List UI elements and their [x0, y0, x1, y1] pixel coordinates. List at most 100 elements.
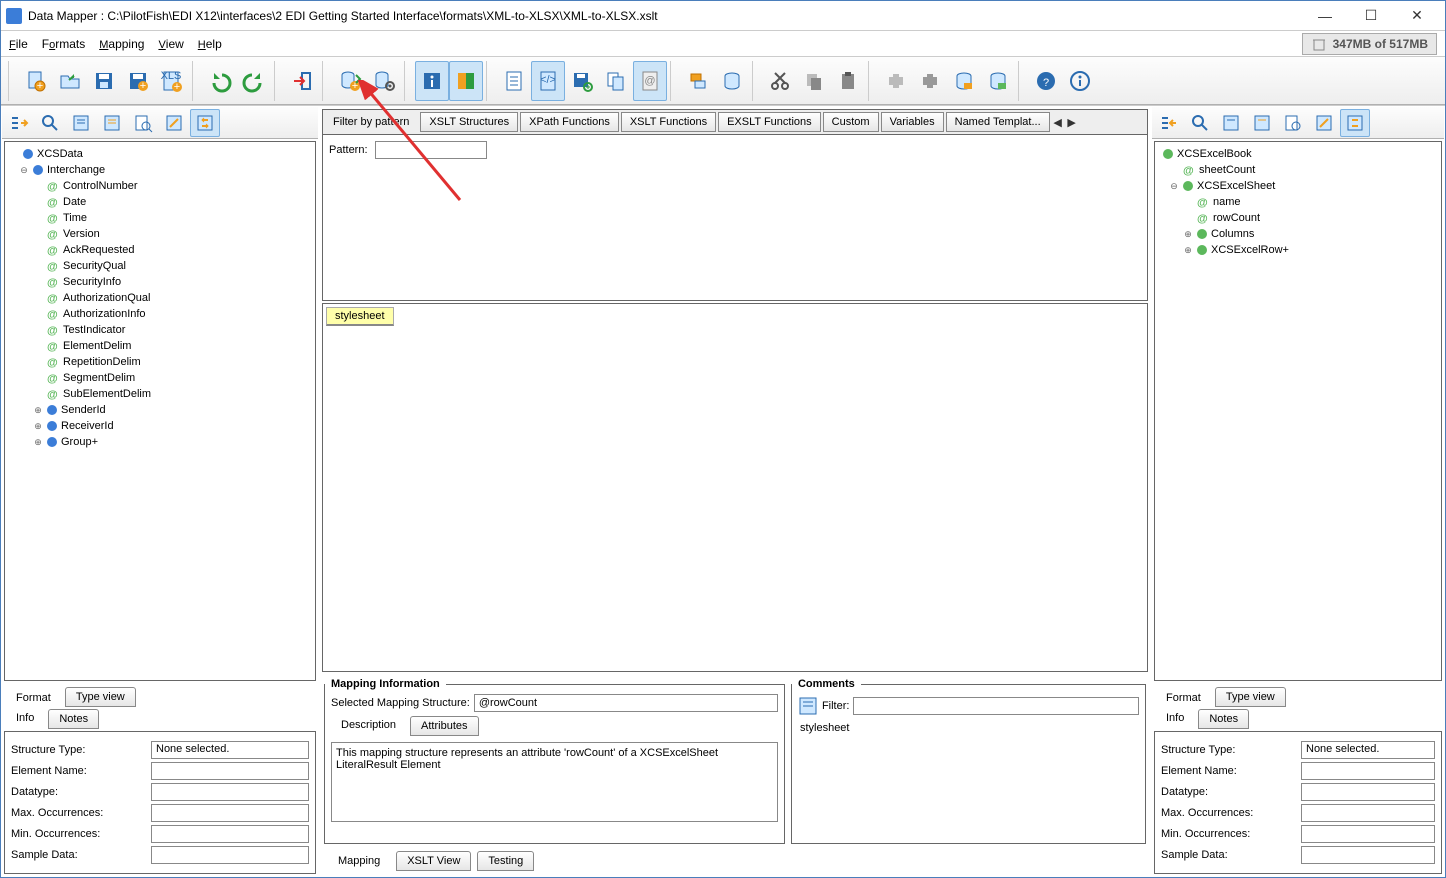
toggle-icon[interactable]: ⊕ [1183, 245, 1193, 256]
tree-item[interactable]: Group+ [61, 436, 98, 448]
tree-root[interactable]: XCSExcelBook [1177, 148, 1252, 160]
tree-item[interactable]: Interchange [47, 164, 105, 176]
src-note2-icon[interactable] [97, 109, 127, 137]
tree-root[interactable]: XCSData [37, 148, 83, 160]
tab-type-view[interactable]: Type view [65, 687, 136, 707]
toggle-icon[interactable]: ⊕ [33, 421, 43, 432]
db-in-icon[interactable]: + [333, 61, 367, 101]
tree-attr[interactable]: TestIndicator [63, 324, 125, 336]
tree-attr[interactable]: Version [63, 228, 100, 240]
tab-xpath-functions[interactable]: XPath Functions [520, 112, 619, 132]
toggle-icon[interactable]: ⊕ [33, 405, 43, 416]
at-doc-icon[interactable]: @ [633, 61, 667, 101]
tree-attr[interactable]: AckRequested [63, 244, 135, 256]
src-note1-icon[interactable] [66, 109, 96, 137]
src-zoom-doc-icon[interactable] [128, 109, 158, 137]
minimize-button[interactable]: — [1302, 2, 1348, 30]
redo-icon[interactable] [237, 61, 271, 101]
cylinder-icon[interactable] [715, 61, 749, 101]
split-toggle-icon[interactable] [449, 61, 483, 101]
menu-view[interactable]: View [158, 37, 183, 51]
tab-named-templates[interactable]: Named Templat... [946, 112, 1050, 132]
src-expand-icon[interactable] [4, 109, 34, 137]
comments-filter-input[interactable] [853, 697, 1139, 715]
info-toggle-icon[interactable] [415, 61, 449, 101]
tab-xslt-view[interactable]: XSLT View [396, 851, 471, 871]
tab-description[interactable]: Description [331, 716, 406, 736]
db-green-icon[interactable] [981, 61, 1015, 101]
tgt-note2-icon[interactable] [1247, 109, 1277, 137]
tab-xslt-structures[interactable]: XSLT Structures [420, 112, 518, 132]
doc1-icon[interactable] [497, 61, 531, 101]
tab-exslt-functions[interactable]: EXSLT Functions [718, 112, 821, 132]
puzzle1-icon[interactable] [879, 61, 913, 101]
tree-attr[interactable]: Date [63, 196, 86, 208]
tab-scroll-right-icon[interactable]: ▶ [1065, 116, 1079, 129]
menu-file[interactable]: File [9, 37, 28, 51]
tree-attr[interactable]: name [1213, 196, 1241, 208]
menu-mapping[interactable]: Mapping [99, 37, 144, 51]
src-edit-icon[interactable] [159, 109, 189, 137]
tree-attr[interactable]: SubElementDelim [63, 388, 151, 400]
tab-notes[interactable]: Notes [1198, 709, 1249, 729]
save-xls-icon[interactable]: XLS+ [155, 61, 189, 101]
tab-mapping[interactable]: Mapping [328, 852, 390, 870]
code-doc-icon[interactable]: </> [531, 61, 565, 101]
tree-attr[interactable]: RepetitionDelim [63, 356, 141, 368]
tgt-search-icon[interactable] [1185, 109, 1215, 137]
tgt-note1-icon[interactable] [1216, 109, 1246, 137]
src-sync-icon[interactable] [190, 109, 220, 137]
tree-attr[interactable]: rowCount [1213, 212, 1260, 224]
tab-info[interactable]: Info [1156, 709, 1194, 729]
close-button[interactable]: ✕ [1394, 2, 1440, 30]
tree-attr[interactable]: AuthorizationInfo [63, 308, 146, 320]
tab-xslt-functions[interactable]: XSLT Functions [621, 112, 716, 132]
tgt-collapse-icon[interactable] [1154, 109, 1184, 137]
help-icon[interactable]: ? [1029, 61, 1063, 101]
tgt-edit-icon[interactable] [1309, 109, 1339, 137]
save-as-icon[interactable]: + [121, 61, 155, 101]
tab-notes[interactable]: Notes [48, 709, 99, 729]
toggle-icon[interactable]: ⊖ [19, 165, 29, 176]
pattern-input[interactable] [375, 141, 487, 159]
maximize-button[interactable]: ☐ [1348, 2, 1394, 30]
toggle-icon[interactable]: ⊖ [1169, 181, 1179, 192]
tab-format[interactable]: Format [1156, 689, 1211, 707]
tree-attr[interactable]: SegmentDelim [63, 372, 135, 384]
tab-variables[interactable]: Variables [881, 112, 944, 132]
toggle-icon[interactable]: ⊕ [1183, 229, 1193, 240]
db-gear-icon[interactable] [367, 61, 401, 101]
comment-item[interactable]: stylesheet [800, 722, 1137, 734]
mapping-canvas[interactable]: stylesheet [322, 303, 1148, 672]
tgt-zoom-doc-icon[interactable] [1278, 109, 1308, 137]
tab-info[interactable]: Info [6, 709, 44, 729]
tree-attr[interactable]: ElementDelim [63, 340, 131, 352]
tree-attr[interactable]: sheetCount [1199, 164, 1255, 176]
tree-item[interactable]: ReceiverId [61, 420, 114, 432]
source-tree[interactable]: XCSData ⊖Interchange @ControlNumber @Dat… [4, 141, 316, 681]
selected-struct-input[interactable] [474, 694, 778, 712]
copy-doc-icon[interactable] [599, 61, 633, 101]
menu-formats[interactable]: Formats [42, 37, 85, 51]
toggle-icon[interactable]: ⊕ [33, 437, 43, 448]
tree-item[interactable]: SenderId [61, 404, 106, 416]
target-tree[interactable]: XCSExcelBook @sheetCount ⊖XCSExcelSheet … [1154, 141, 1442, 681]
tab-attributes[interactable]: Attributes [410, 716, 478, 736]
puzzle2-icon[interactable] [913, 61, 947, 101]
tree-item[interactable]: XCSExcelRow+ [1211, 244, 1289, 256]
copy-icon[interactable] [797, 61, 831, 101]
save-icon[interactable] [87, 61, 121, 101]
tab-custom[interactable]: Custom [823, 112, 879, 132]
cut-icon[interactable] [763, 61, 797, 101]
tree-attr[interactable]: AuthorizationQual [63, 292, 150, 304]
stack-icon[interactable] [681, 61, 715, 101]
tab-testing[interactable]: Testing [477, 851, 534, 871]
open-file-icon[interactable] [53, 61, 87, 101]
tree-attr[interactable]: ControlNumber [63, 180, 138, 192]
undo-icon[interactable] [203, 61, 237, 101]
tree-item[interactable]: Columns [1211, 228, 1254, 240]
tab-filter-pattern[interactable]: Filter by pattern [324, 112, 418, 132]
tab-scroll-left-icon[interactable]: ◀ [1051, 116, 1065, 129]
src-search-icon[interactable] [35, 109, 65, 137]
db-orange-icon[interactable] [947, 61, 981, 101]
